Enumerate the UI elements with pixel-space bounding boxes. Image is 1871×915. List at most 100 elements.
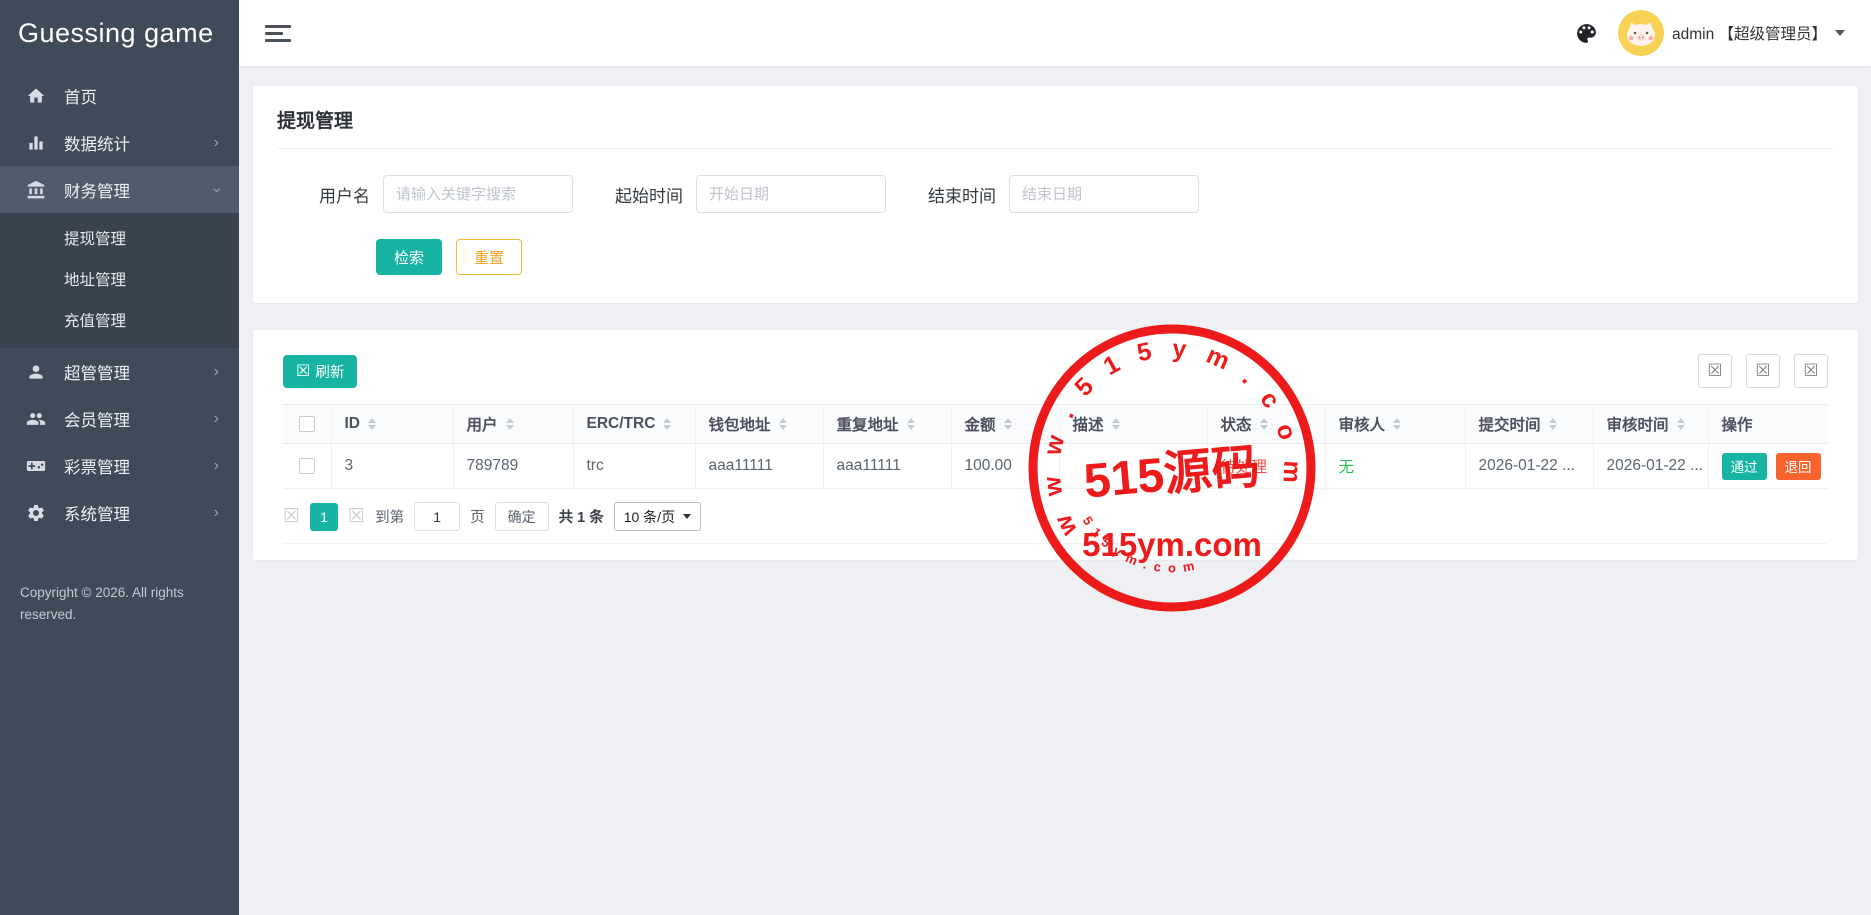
column-header-id[interactable]: ID — [331, 405, 453, 444]
sidebar-item-label: 会员管理 — [64, 407, 130, 431]
sidebar-item-statistics[interactable]: 数据统计 › — [0, 119, 239, 166]
cell-submit-time: 2026-01-22 ... — [1465, 444, 1593, 489]
column-header-wallet[interactable]: 钱包地址 — [695, 405, 823, 444]
column-header-amount[interactable]: 金额 — [951, 405, 1059, 444]
sort-icon — [1393, 418, 1401, 430]
approve-button[interactable]: 通过 — [1722, 453, 1767, 480]
prev-page-icon[interactable]: ☒ — [283, 507, 300, 526]
sort-icon — [663, 418, 671, 430]
filter-card: 提现管理 用户名 起始时间 结束时间 检索 — [253, 86, 1858, 303]
username-input[interactable] — [383, 175, 573, 213]
column-header-duplicate[interactable]: 重复地址 — [823, 405, 951, 444]
tool-icon: ☒ — [1803, 361, 1818, 381]
column-header-description[interactable]: 描述 — [1059, 405, 1207, 444]
column-header-status[interactable]: 状态 — [1207, 405, 1325, 444]
tool-icon: ☒ — [1707, 361, 1722, 381]
filter-row: 用户名 起始时间 结束时间 — [319, 175, 1834, 213]
column-header-chain[interactable]: ERC/TRC — [573, 405, 695, 444]
jump-suffix-label: 页 — [470, 506, 485, 527]
sidebar-item-recharge[interactable]: 充值管理 — [0, 301, 239, 342]
withdrawals-table: ID 用户 ERC/TRC 钱包地址 重复地址 金额 描述 状态 审核人 提交时… — [283, 404, 1828, 489]
username-label: 用户名 — [319, 182, 370, 207]
page-title: 提现管理 — [277, 106, 1834, 149]
avatar — [1618, 10, 1664, 56]
sidebar-menu: 首页 数据统计 › 财务管理 › 提现管理 地址管理 充值管理 — [0, 66, 239, 536]
table-toolbar: ☒ 刷新 ☒ ☒ ☒ — [283, 354, 1828, 388]
start-date-input[interactable] — [696, 175, 886, 213]
sidebar-item-withdraw[interactable]: 提现管理 — [0, 219, 239, 260]
chevron-right-icon: › — [214, 364, 219, 380]
top-header: admin 【超级管理员】 — [239, 0, 1871, 66]
jump-page-input[interactable] — [414, 502, 460, 531]
refresh-icon: ☒ — [296, 361, 310, 381]
next-page-icon[interactable]: ☒ — [348, 507, 365, 526]
sort-icon — [1677, 418, 1685, 430]
sidebar-item-superadmin[interactable]: 超管管理 › — [0, 348, 239, 395]
cell-user: 789789 — [453, 444, 573, 489]
end-date-input[interactable] — [1009, 175, 1199, 213]
sidebar-item-label: 数据统计 — [64, 131, 130, 155]
sidebar-item-members[interactable]: 会员管理 › — [0, 395, 239, 442]
app-root: Guessing game 首页 数据统计 › 财务管理 › — [0, 0, 1871, 915]
user-menu[interactable]: admin 【超级管理员】 — [1618, 10, 1845, 56]
jump-prefix-label: 到第 — [375, 506, 404, 527]
reject-button[interactable]: 退回 — [1776, 453, 1821, 480]
sidebar-item-address[interactable]: 地址管理 — [0, 260, 239, 301]
cell-description — [1059, 444, 1207, 489]
select-all-checkbox[interactable] — [299, 416, 315, 432]
sidebar-toggle-icon[interactable] — [265, 21, 291, 46]
table-row: 3 789789 trc aaa11111 aaa11111 100.00 待处… — [283, 444, 1828, 489]
page-content: 提现管理 用户名 起始时间 结束时间 检索 — [239, 66, 1871, 915]
refresh-label: 刷新 — [315, 361, 344, 382]
page-number-button[interactable]: 1 — [310, 503, 338, 531]
copyright-text: Copyright © 2026. All rights reserved. — [0, 582, 239, 627]
cell-auditor: 无 — [1325, 444, 1465, 489]
column-header-audit-time[interactable]: 审核时间 — [1593, 405, 1708, 444]
cell-wallet: aaa11111 — [695, 444, 823, 489]
page-size-select[interactable]: 10 条/页 — [614, 502, 701, 531]
sidebar-item-system[interactable]: 系统管理 › — [0, 489, 239, 536]
select-caret-icon — [683, 514, 691, 519]
column-header-auditor[interactable]: 审核人 — [1325, 405, 1465, 444]
gamepad-icon — [26, 456, 48, 476]
cell-audit-time: 2026-01-22 ... — [1593, 444, 1708, 489]
sidebar-item-label: 彩票管理 — [64, 454, 130, 478]
sidebar-item-label: 超管管理 — [64, 360, 130, 384]
column-header-user[interactable]: 用户 — [453, 405, 573, 444]
sidebar-item-label: 系统管理 — [64, 501, 130, 525]
row-checkbox[interactable] — [299, 458, 315, 474]
table-tool-icon-button-2[interactable]: ☒ — [1746, 354, 1780, 388]
home-icon — [26, 86, 48, 106]
chevron-right-icon: › — [214, 135, 219, 151]
cell-duplicate: aaa11111 — [823, 444, 951, 489]
theme-palette-icon[interactable] — [1574, 20, 1600, 46]
sort-icon — [1549, 418, 1557, 430]
sidebar-item-label: 财务管理 — [64, 178, 130, 202]
search-button[interactable]: 检索 — [376, 239, 442, 275]
main-area: admin 【超级管理员】 提现管理 用户名 起始时间 — [239, 0, 1871, 915]
table-tool-icon-button-1[interactable]: ☒ — [1698, 354, 1732, 388]
sort-icon — [506, 418, 514, 430]
column-header-actions: 操作 — [1708, 405, 1828, 444]
end-time-label: 结束时间 — [928, 182, 996, 207]
sidebar: Guessing game 首页 数据统计 › 财务管理 › — [0, 0, 239, 915]
app-title: Guessing game — [0, 0, 239, 66]
table-header-row: ID 用户 ERC/TRC 钱包地址 重复地址 金额 描述 状态 审核人 提交时… — [283, 405, 1828, 444]
cell-id: 3 — [331, 444, 453, 489]
refresh-button[interactable]: ☒ 刷新 — [283, 355, 357, 388]
sidebar-item-lottery[interactable]: 彩票管理 › — [0, 442, 239, 489]
page-size-value: 10 条/页 — [624, 507, 675, 527]
table-tool-icon-button-3[interactable]: ☒ — [1794, 354, 1828, 388]
cell-amount: 100.00 — [951, 444, 1059, 489]
sort-icon — [1112, 418, 1120, 430]
reset-button[interactable]: 重置 — [456, 239, 522, 275]
column-header-submit-time[interactable]: 提交时间 — [1465, 405, 1593, 444]
sort-icon — [368, 418, 376, 430]
users-icon — [26, 409, 48, 429]
tool-icon: ☒ — [1755, 361, 1770, 381]
start-time-label: 起始时间 — [615, 182, 683, 207]
jump-confirm-button[interactable]: 确定 — [495, 502, 549, 531]
sidebar-item-finance[interactable]: 财务管理 › — [0, 166, 239, 213]
pagination: ☒ 1 ☒ 到第 页 确定 共 1 条 10 条/页 — [283, 489, 1828, 544]
sidebar-item-home[interactable]: 首页 — [0, 72, 239, 119]
